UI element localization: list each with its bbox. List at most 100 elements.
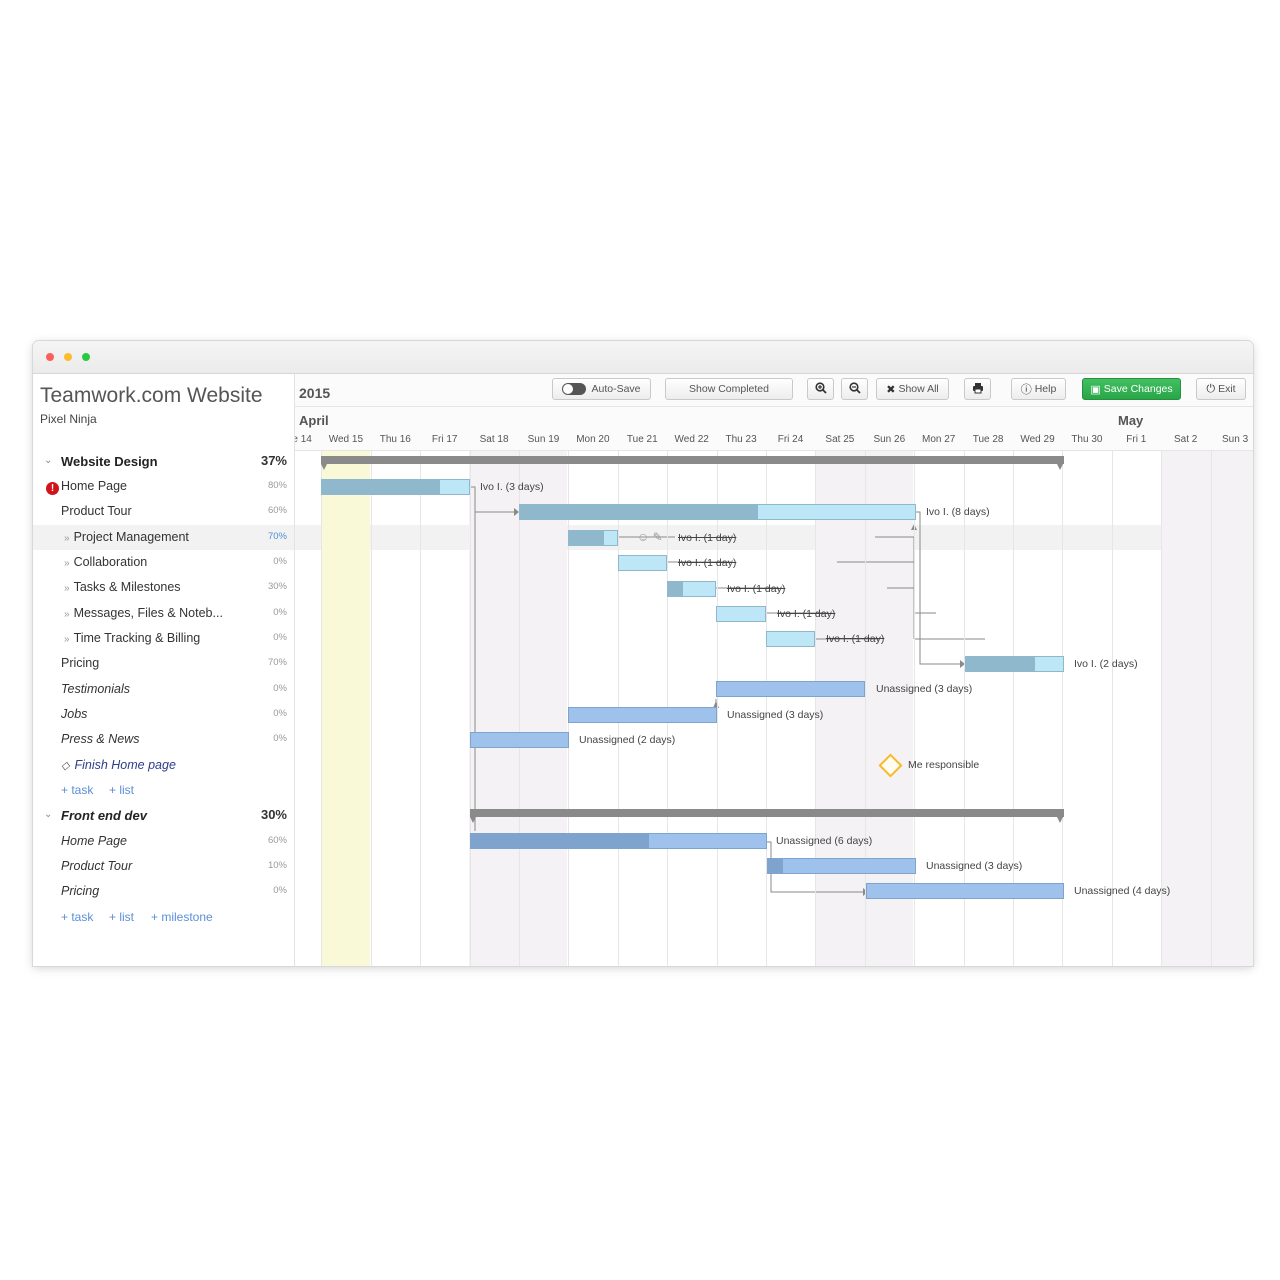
- task-bar[interactable]: [667, 581, 716, 597]
- task-row-selected[interactable]: » Project Management 70%: [33, 525, 294, 550]
- day-label: Thu 16: [379, 434, 411, 445]
- task-row[interactable]: » Messages, Files & Noteb... 0%: [33, 601, 294, 626]
- subtask-arrow-icon: »: [64, 609, 70, 620]
- task-bar[interactable]: [470, 833, 767, 849]
- summary-bar-end: [1057, 464, 1063, 470]
- task-row[interactable]: Product Tour 60%: [33, 499, 294, 524]
- day-label: Sun 3: [1222, 434, 1249, 445]
- app-window: Teamwork.com Website Pixel Ninja ⌄ Websi…: [33, 341, 1253, 966]
- add-milestone-link[interactable]: + milestone: [151, 910, 213, 924]
- zoom-out-button[interactable]: [841, 378, 868, 400]
- auto-save-toggle[interactable]: Auto-Save: [552, 378, 651, 400]
- task-progress: 70%: [267, 657, 287, 668]
- task-name: Press & News: [61, 732, 140, 746]
- task-bar[interactable]: [766, 631, 815, 647]
- task-bar[interactable]: [568, 530, 618, 546]
- user-icon[interactable]: ☺ ✎: [637, 530, 663, 544]
- close-window-button[interactable]: [46, 353, 54, 361]
- task-bar-label: Unassigned (3 days): [926, 860, 1023, 872]
- task-progress: 0%: [273, 733, 287, 744]
- task-bar[interactable]: [321, 479, 470, 495]
- milestone-label: Me responsible: [908, 759, 980, 771]
- save-changes-button[interactable]: ▣ Save Changes: [1082, 378, 1181, 400]
- print-button[interactable]: [964, 378, 991, 400]
- month-header: April May: [295, 407, 1253, 431]
- month-label: May: [1118, 413, 1144, 428]
- gantt-chart: 2015 Auto-Save Show Completed ✖Show All: [295, 374, 1253, 966]
- task-name: Home Page: [61, 479, 128, 493]
- task-name: Home Page: [61, 834, 128, 848]
- day-label: Tue 14: [295, 434, 312, 445]
- task-bar-label: Ivo I. (1 day): [678, 557, 737, 569]
- task-bar-progress: [569, 531, 604, 545]
- add-list-link[interactable]: + list: [109, 783, 134, 797]
- task-row[interactable]: » Tasks & Milestones 30%: [33, 575, 294, 600]
- tasklist-front-end-dev[interactable]: ⌄ Front end dev 30%: [33, 803, 294, 828]
- zoom-in-button[interactable]: [807, 378, 834, 400]
- task-bar[interactable]: [716, 606, 766, 622]
- task-bar[interactable]: [866, 883, 1064, 899]
- year-label: 2015: [299, 385, 331, 401]
- task-sidebar: Teamwork.com Website Pixel Ninja ⌄ Websi…: [33, 374, 295, 966]
- task-name: Pricing: [61, 656, 100, 670]
- help-button[interactable]: ⓘ Help: [1011, 378, 1066, 400]
- task-bar[interactable]: [767, 858, 916, 874]
- task-row[interactable]: Home Page 60%: [33, 829, 294, 854]
- chevron-down-icon[interactable]: ⌄: [44, 809, 52, 820]
- task-progress: 30%: [267, 581, 287, 592]
- task-name: Product Tour: [61, 504, 132, 518]
- show-completed-button[interactable]: Show Completed: [665, 378, 793, 400]
- day-header: Tue 14 Wed 15 Thu 16 Fri 17 Sat 18 Sun 19 Mon …: [295, 431, 1253, 451]
- task-bar-label: Unassigned (3 days): [876, 683, 973, 695]
- tasklist-summary-bar[interactable]: [470, 809, 1064, 817]
- minimize-window-button[interactable]: [64, 353, 72, 361]
- task-name: Messages, Files & Noteb...: [73, 606, 223, 620]
- day-label: Wed 22: [674, 434, 709, 445]
- task-bar[interactable]: [618, 555, 667, 571]
- task-bar[interactable]: [965, 656, 1064, 672]
- tasklist-website-design[interactable]: ⌄ Website Design 37%: [33, 449, 294, 474]
- day-label: Tue 28: [972, 434, 1004, 445]
- info-icon: ⓘ: [1020, 384, 1032, 396]
- add-task-link[interactable]: + task: [61, 910, 93, 924]
- task-row[interactable]: Press & News 0%: [33, 727, 294, 752]
- maximize-window-button[interactable]: [82, 353, 90, 361]
- task-name: Jobs: [61, 707, 88, 721]
- title-bar: [33, 341, 1253, 374]
- add-links-row: + task + list + milestone: [33, 905, 294, 930]
- add-task-link[interactable]: + task: [61, 783, 93, 797]
- task-bar-label: Ivo I. (1 day): [777, 608, 836, 620]
- task-bar-label: Ivo I. (8 days): [926, 506, 990, 518]
- task-row[interactable]: Pricing 0%: [33, 879, 294, 904]
- day-label: Wed 15: [328, 434, 364, 445]
- task-row[interactable]: » Collaboration 0%: [33, 550, 294, 575]
- tasklist-summary-bar[interactable]: [321, 456, 1064, 464]
- show-all-button[interactable]: ✖ Show All: [876, 378, 949, 400]
- task-bar[interactable]: [470, 732, 569, 748]
- day-label: Sun 26: [873, 434, 906, 445]
- day-label: Fri 24: [777, 434, 804, 445]
- task-row[interactable]: » Time Tracking & Billing 0%: [33, 626, 294, 651]
- day-gridline: [519, 451, 520, 966]
- summary-bar-end: [321, 464, 327, 470]
- task-row[interactable]: Testimonials 0%: [33, 677, 294, 702]
- search-zoom-in-icon: [814, 381, 827, 397]
- task-bar[interactable]: [519, 504, 916, 520]
- add-list-link[interactable]: + list: [109, 910, 134, 924]
- task-row[interactable]: Product Tour 10%: [33, 854, 294, 879]
- chevron-down-icon[interactable]: ⌄: [44, 455, 52, 466]
- task-row[interactable]: Pricing 70%: [33, 651, 294, 676]
- task-row[interactable]: ! Home Page 80%: [33, 474, 294, 499]
- task-bar-label: Unassigned (4 days): [1074, 885, 1171, 897]
- task-progress: 0%: [273, 683, 287, 694]
- task-progress: 60%: [267, 505, 287, 516]
- task-progress: 0%: [273, 556, 287, 567]
- milestone-row[interactable]: ◇ Finish Home page: [33, 753, 294, 778]
- task-bar[interactable]: [716, 681, 865, 697]
- task-bar[interactable]: [568, 707, 717, 723]
- task-row[interactable]: Jobs 0%: [33, 702, 294, 727]
- task-name: Product Tour: [61, 859, 133, 873]
- exit-button[interactable]: ⏻ Exit: [1196, 378, 1246, 400]
- show-all-label: Show All: [898, 383, 939, 395]
- task-bar-label: Ivo I. (1 day): [678, 532, 737, 544]
